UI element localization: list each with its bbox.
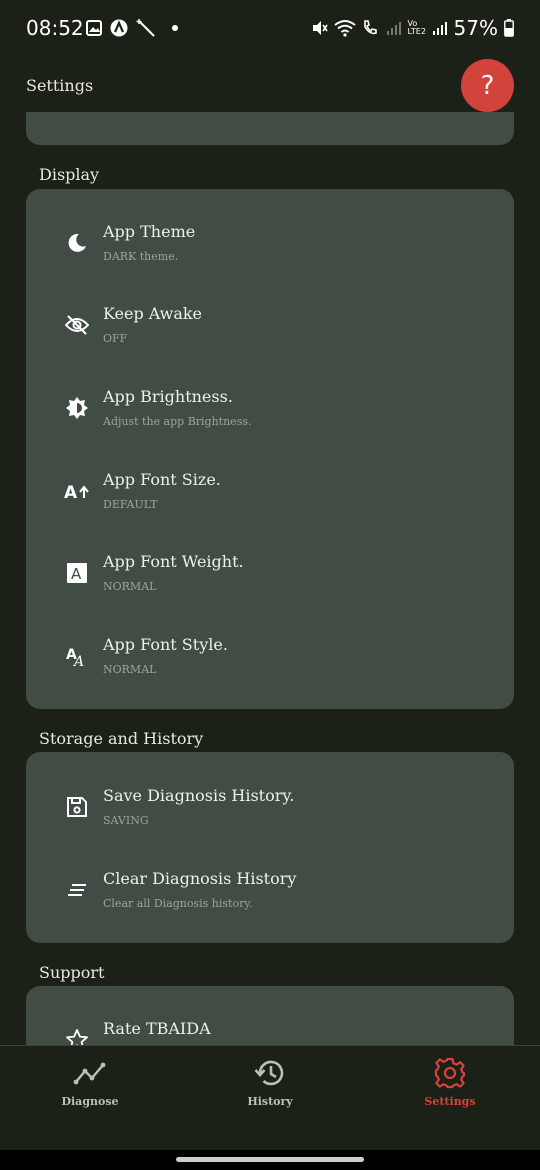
setting-save-diagnosis-history[interactable]: Save Diagnosis History. SAVING [26,786,514,866]
status-time: 08:52 [26,16,84,40]
setting-title: App Font Style. [103,635,228,654]
status-left-icons [86,18,178,38]
setting-rate-app[interactable]: Rate TBAIDA [26,1019,514,1045]
display-card: App Theme DARK theme. Keep Awake OFF App… [26,189,514,709]
setting-subtitle: DARK theme. [103,250,179,263]
settings-list[interactable]: Display App Theme DARK theme. Keep Awake… [0,112,540,1045]
image-icon [86,20,102,36]
app-icon [110,19,128,37]
svg-text:A: A [64,483,78,502]
wifi-calling-icon [363,20,377,35]
moon-icon [64,230,90,256]
signal-icon [386,22,401,35]
svg-text:A: A [71,565,82,583]
diagnose-icon [30,1056,150,1090]
setting-subtitle: DEFAULT [103,498,158,511]
battery-percent: 57% [453,16,498,40]
section-label-support: Support [39,963,105,982]
settings-screen: 08:52 Vo LTE2 57% Settings ? Display App… [0,0,540,1170]
setting-app-brightness[interactable]: App Brightness. Adjust the app Brightnes… [26,387,514,467]
font-weight-icon: A [64,560,90,586]
save-icon [64,794,90,820]
nav-label: History [247,1095,293,1108]
nav-diagnose[interactable]: Diagnose [30,1056,150,1108]
nav-label: Settings [424,1095,476,1108]
page-title: Settings [26,76,94,95]
settings-gear-icon [390,1056,510,1090]
clear-all-icon [64,877,90,903]
setting-subtitle: Adjust the app Brightness. [103,415,252,428]
setting-app-font-weight[interactable]: A App Font Weight. NORMAL [26,552,514,632]
setting-subtitle: NORMAL [103,580,157,593]
system-gesture-bar [0,1150,540,1170]
font-style-icon: A A [64,643,90,669]
nav-settings[interactable]: Settings [390,1056,510,1108]
brightness-icon [64,395,90,421]
setting-title: Keep Awake [103,304,203,323]
wifi-icon [333,20,356,37]
battery-icon [504,19,514,37]
setting-app-font-style[interactable]: A A App Font Style. NORMAL [26,635,514,715]
help-button[interactable]: ? [461,59,514,112]
eye-off-icon [64,312,90,338]
setting-app-theme[interactable]: App Theme DARK theme. [26,222,514,302]
setting-clear-diagnosis-history[interactable]: Clear Diagnosis History Clear all Diagno… [26,869,514,949]
volte-icon: Vo LTE2 [407,19,426,36]
home-indicator[interactable] [176,1157,364,1162]
font-size-icon: A [64,478,90,504]
setting-subtitle: NORMAL [103,663,157,676]
section-label-storage: Storage and History [39,729,204,748]
svg-text:A: A [72,654,84,667]
setting-title: App Brightness. [103,387,233,406]
support-card: Rate TBAIDA [26,986,514,1045]
setting-subtitle: OFF [103,332,128,345]
status-bar: 08:52 Vo LTE2 57% [0,0,540,58]
setting-title: App Font Weight. [103,552,244,571]
nav-history[interactable]: History [210,1056,330,1108]
setting-title: App Theme [103,222,196,241]
help-icon: ? [480,70,495,101]
setting-keep-awake[interactable]: Keep Awake OFF [26,304,514,384]
setting-title: Rate TBAIDA [103,1019,211,1038]
star-icon [64,1027,90,1045]
nav-label: Diagnose [61,1095,119,1108]
history-icon [210,1056,330,1090]
setting-subtitle: SAVING [103,814,149,827]
setting-title: App Font Size. [103,470,221,489]
storage-card: Save Diagnosis History. SAVING Clear Dia… [26,752,514,943]
setting-app-font-size[interactable]: A App Font Size. DEFAULT [26,470,514,550]
dot-icon [172,25,178,31]
previous-section-card [26,112,514,145]
bottom-navigation: Diagnose History Settings [0,1045,540,1150]
section-label-display: Display [39,165,100,184]
setting-subtitle: Clear all Diagnosis history. [103,897,253,910]
signal-icon [432,22,447,35]
mute-icon [312,21,328,35]
setting-title: Save Diagnosis History. [103,786,295,805]
magic-wand-icon [136,19,155,37]
status-right-icons: Vo LTE2 57% [310,16,514,40]
setting-title: Clear Diagnosis History [103,869,297,888]
